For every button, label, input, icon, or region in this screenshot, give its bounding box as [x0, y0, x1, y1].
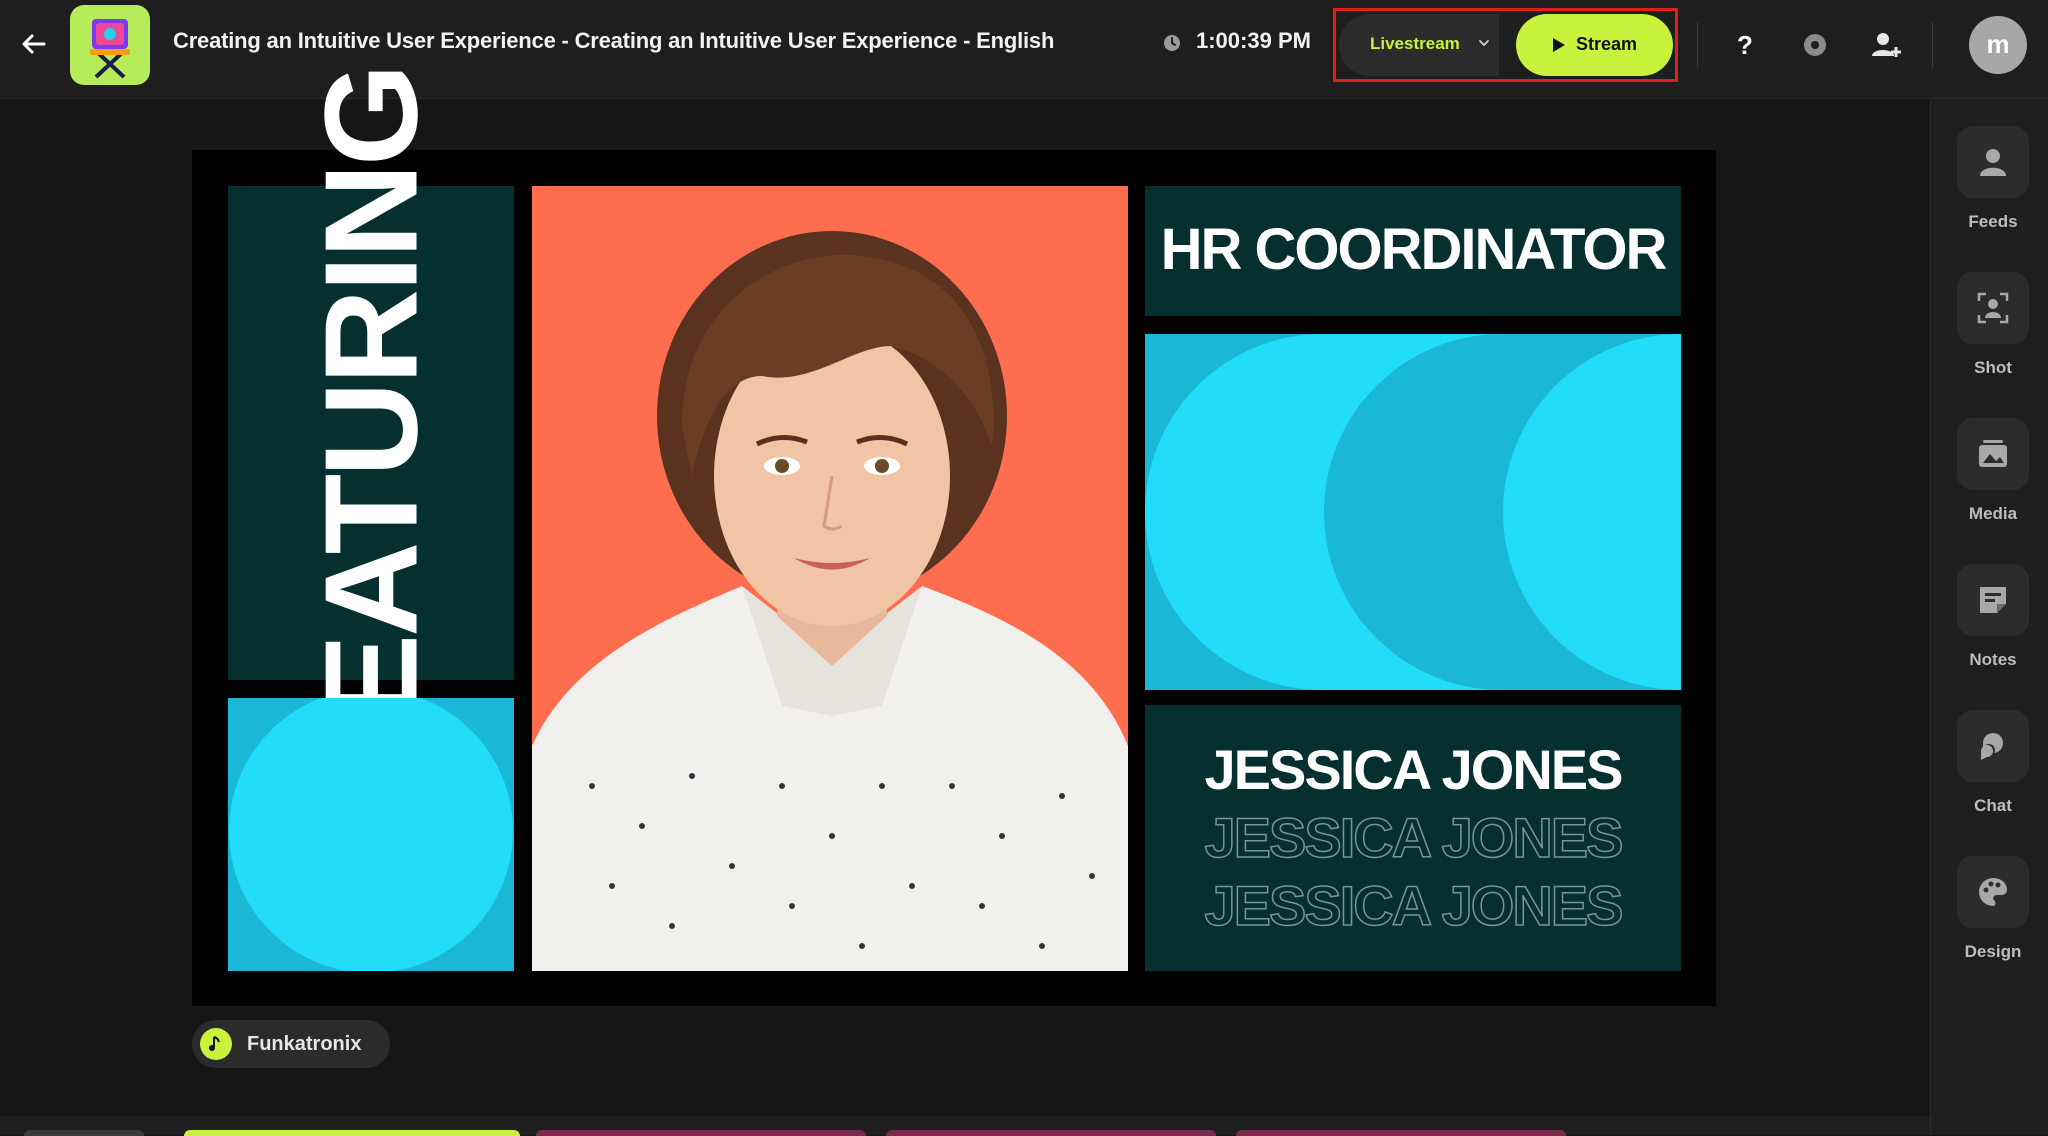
presenter-name-outline: JESSICA JONES [1204, 873, 1624, 938]
chat-icon [1981, 733, 2003, 760]
sidebar-button [1957, 418, 2029, 490]
presenter-name-outline: JESSICA JONES [1204, 805, 1624, 870]
back-arrow-icon[interactable] [14, 24, 54, 64]
chevron-down-icon [1479, 40, 1489, 47]
sidebar-item-label: Feeds [1968, 212, 2018, 231]
stage-preview[interactable]: FEATURING HR COORDINATOR JESSICA JONES J… [192, 66, 1716, 1006]
sidebar-item-label: Media [1968, 504, 2018, 523]
sidebar-button [1957, 564, 2029, 636]
sidebar-item-feeds[interactable]: Feeds [1957, 126, 2029, 232]
scene-tab[interactable] [886, 1130, 1216, 1136]
livestream-dropdown[interactable]: Livestream [1339, 14, 1499, 76]
director-chair-icon [90, 19, 130, 79]
divider [1932, 22, 1933, 68]
sidebar-item-label: Chat [1974, 796, 2012, 815]
scene-tab[interactable] [536, 1130, 866, 1136]
clock-icon [1164, 35, 1180, 51]
scene-tab-active[interactable] [184, 1130, 520, 1136]
user-avatar[interactable]: m [1969, 16, 2027, 74]
music-note-icon [200, 1028, 232, 1060]
sidebar-item-shot[interactable]: Shot [1957, 272, 2029, 378]
settings-gear-icon[interactable] [1795, 25, 1835, 65]
sidebar-item-notes[interactable]: Notes [1957, 564, 2029, 670]
session-title: Creating an Intuitive User Experience - … [173, 28, 1055, 53]
sidebar-item-chat[interactable]: Chat [1957, 710, 2029, 816]
sidebar-item-label: Shot [1974, 358, 2012, 377]
focus-person-icon [1977, 292, 2009, 324]
background-music-pill[interactable]: Funkatronix [192, 1020, 390, 1068]
stream-button-label: Stream [1576, 34, 1638, 54]
livestream-label: Livestream [1370, 34, 1460, 53]
note-icon [1980, 587, 2006, 613]
featuring-panel: FEATURING [228, 66, 514, 800]
image-icon [1979, 440, 2007, 467]
circle-graphic [228, 698, 514, 971]
scene-tab[interactable] [24, 1130, 144, 1136]
scene-tab[interactable] [1236, 1130, 1566, 1136]
sidebar-button [1957, 710, 2029, 782]
add-user-icon[interactable] [1866, 25, 1906, 65]
sidebar-button [1957, 856, 2029, 928]
sidebar-item-design[interactable]: Design [1957, 856, 2029, 962]
role-title: HR COORDINATOR [1160, 217, 1668, 282]
app-logo[interactable] [70, 5, 150, 85]
palette-icon [1979, 878, 2007, 906]
music-track-label: Funkatronix [247, 1033, 362, 1055]
name-panel: JESSICA JONES JESSICA JONES JESSICA JONE… [1145, 705, 1681, 971]
sidebar-item-media[interactable]: Media [1957, 418, 2029, 524]
stream-button[interactable]: Stream [1516, 14, 1673, 76]
sidebar-button [1957, 126, 2029, 198]
play-icon [1553, 38, 1565, 52]
presenter-photo [532, 186, 1128, 971]
presenter-name: JESSICA JONES [1204, 738, 1624, 801]
right-sidebar: Feeds Shot Media Notes Chat Design [1930, 99, 2048, 1135]
divider [1697, 22, 1698, 68]
person-icon [1980, 149, 2006, 176]
svg-text:?: ? [1737, 30, 1753, 60]
sidebar-item-label: Design [1964, 942, 2022, 961]
sidebar-button [1957, 272, 2029, 344]
clock-time: 1:00:39 PM [1196, 28, 1311, 53]
help-icon[interactable]: ? [1725, 25, 1765, 65]
shapes-graphic [1145, 334, 1681, 690]
role-panel: HR COORDINATOR [1145, 186, 1681, 316]
sidebar-item-label: Notes [1969, 650, 2017, 669]
featuring-text: FEATURING [297, 66, 445, 800]
